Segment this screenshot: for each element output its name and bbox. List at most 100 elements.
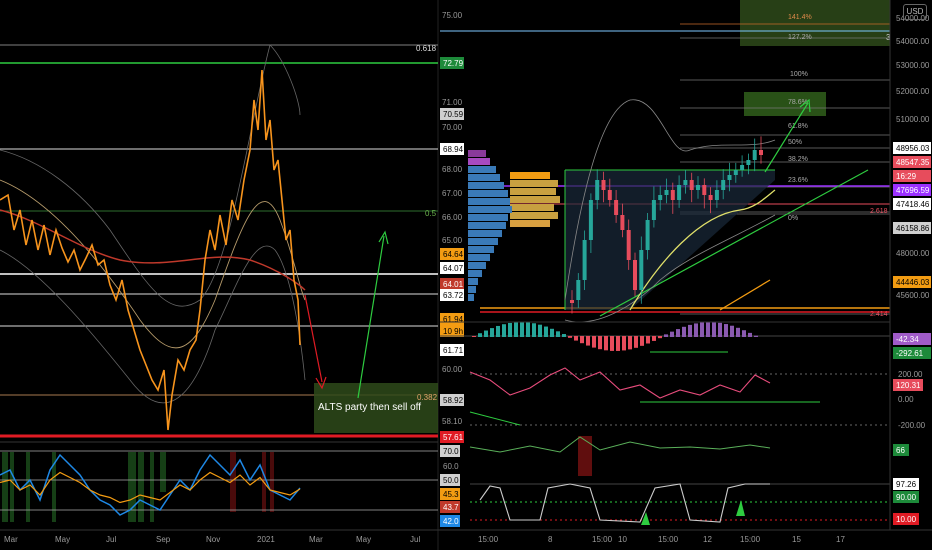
price-series-line bbox=[0, 69, 301, 431]
right-y-tick: 53000.00 bbox=[896, 61, 930, 70]
histogram-bar bbox=[742, 330, 746, 337]
right-price-tag: 48547.35 bbox=[893, 156, 931, 168]
rocket-icon bbox=[736, 500, 745, 516]
left-price-tag: 64.07 bbox=[440, 262, 464, 274]
rsi-green-band bbox=[160, 452, 166, 492]
histogram-bar bbox=[514, 322, 518, 337]
histogram-bar bbox=[706, 322, 710, 337]
svg-text:60.0: 60.0 bbox=[443, 462, 459, 471]
volume-profile-bar bbox=[468, 230, 502, 237]
fib-level-label: 61.8% bbox=[788, 123, 808, 130]
candle-body bbox=[683, 180, 688, 185]
left-y-tick: 65.00 bbox=[442, 236, 463, 245]
left-price-tag: 70.59 bbox=[440, 108, 464, 120]
volume-profile-bar bbox=[510, 212, 558, 219]
volume-profile-bar bbox=[468, 214, 508, 221]
currency-badge[interactable]: USD bbox=[903, 4, 927, 20]
left-x-tick: Nov bbox=[206, 535, 220, 544]
left-y-tick: 60.00 bbox=[442, 365, 463, 374]
right-x-tick: 10 bbox=[618, 535, 627, 544]
svg-text:68.94: 68.94 bbox=[443, 145, 464, 154]
svg-text:44446.03: 44446.03 bbox=[896, 278, 930, 287]
svg-text:16:29: 16:29 bbox=[896, 172, 917, 181]
candle-body bbox=[746, 160, 751, 165]
candle-body bbox=[639, 250, 644, 290]
left-y-tick: 58.10 bbox=[442, 417, 463, 426]
osc3-red-band bbox=[578, 436, 592, 476]
left-price-tag: 10 9h bbox=[440, 325, 464, 337]
histogram-bar bbox=[532, 323, 536, 337]
histogram-bar bbox=[598, 336, 602, 350]
volume-profile-bar bbox=[468, 206, 512, 213]
histogram-bar bbox=[610, 336, 614, 351]
histogram-bar bbox=[748, 332, 752, 337]
candle-body bbox=[651, 200, 656, 220]
histogram-bar bbox=[616, 336, 620, 351]
svg-text:10.00: 10.00 bbox=[896, 515, 917, 524]
candle-body bbox=[582, 240, 587, 280]
volume-profile-bar bbox=[510, 172, 550, 179]
volume-profile-bar bbox=[468, 182, 504, 189]
candle-body bbox=[727, 175, 732, 180]
svg-text:-42.34: -42.34 bbox=[896, 335, 919, 344]
volume-profile-bar bbox=[510, 188, 556, 195]
histogram-bar bbox=[592, 336, 596, 348]
histogram-bar bbox=[520, 322, 524, 337]
volume-profile-bar bbox=[468, 174, 500, 181]
left-x-tick: Sep bbox=[156, 535, 171, 544]
histogram-bar bbox=[682, 326, 686, 337]
histogram-bar bbox=[568, 336, 572, 338]
fib-level-label: 141.4% bbox=[788, 14, 812, 21]
histogram-bar bbox=[478, 333, 482, 337]
right-price-tag: 48956.03 bbox=[893, 142, 931, 154]
right-price-tag: 46158.86 bbox=[893, 222, 931, 234]
left-price-tag: 68.94 bbox=[440, 143, 464, 155]
left-x-tick: 2021 bbox=[257, 535, 275, 544]
volume-profile-bar bbox=[468, 278, 478, 285]
left-y-tick: 66.00 bbox=[442, 213, 463, 222]
right-y-tick: 54000.00 bbox=[896, 37, 930, 46]
volume-profile-bar bbox=[468, 190, 508, 197]
rsi-red-band bbox=[270, 452, 274, 512]
candle-body bbox=[570, 300, 574, 303]
volume-profile-bar bbox=[468, 222, 506, 229]
histogram-bar bbox=[658, 336, 662, 339]
candle-body bbox=[740, 165, 745, 170]
svg-text:42.0: 42.0 bbox=[443, 517, 459, 526]
candle-body bbox=[670, 190, 675, 200]
rsi-value-tag: 70.0 bbox=[440, 445, 460, 457]
osc2-tick: 0.00 bbox=[898, 395, 914, 404]
left-price-tag: 61.94 bbox=[440, 313, 464, 325]
histogram-bar bbox=[472, 336, 476, 337]
candle-body bbox=[702, 185, 707, 195]
left-price-tag: 61.71 bbox=[440, 344, 464, 356]
volume-profile-bar bbox=[468, 262, 486, 269]
histogram-bar bbox=[754, 335, 758, 337]
volume-profile-bar bbox=[510, 204, 554, 211]
rsi-value-tag: 45.3 bbox=[440, 488, 460, 500]
candle-body bbox=[708, 195, 713, 200]
histogram-bar bbox=[718, 322, 722, 337]
histogram-bar bbox=[604, 336, 608, 351]
right-x-tick: 15:00 bbox=[592, 535, 613, 544]
left-x-tick: May bbox=[55, 535, 70, 544]
svg-text:61.94: 61.94 bbox=[443, 315, 464, 324]
rsi-value-tag: 43.7 bbox=[440, 501, 460, 513]
right-x-tick: 17 bbox=[836, 535, 845, 544]
candle-body bbox=[677, 185, 682, 200]
svg-text:90.00: 90.00 bbox=[896, 493, 917, 502]
volume-profile-bar bbox=[510, 180, 558, 187]
right-price-tag: 16:29 bbox=[893, 170, 931, 182]
volume-profile-bar bbox=[468, 294, 474, 301]
fib-level-label: 23.6% bbox=[788, 177, 808, 184]
left-y-tick: 75.00 bbox=[442, 11, 463, 20]
volume-profile-bar bbox=[468, 270, 482, 277]
histogram-bar bbox=[538, 324, 542, 337]
right-price-tag: 47696.59 bbox=[893, 184, 931, 196]
osc2-value-tag: 120.31 bbox=[893, 379, 923, 391]
svg-text:50.0: 50.0 bbox=[443, 476, 459, 485]
rsi-value-tag: 60.0 bbox=[443, 462, 459, 471]
rsi-green-band bbox=[150, 452, 154, 522]
histogram-bar bbox=[634, 336, 638, 348]
histogram-bar bbox=[628, 336, 632, 350]
